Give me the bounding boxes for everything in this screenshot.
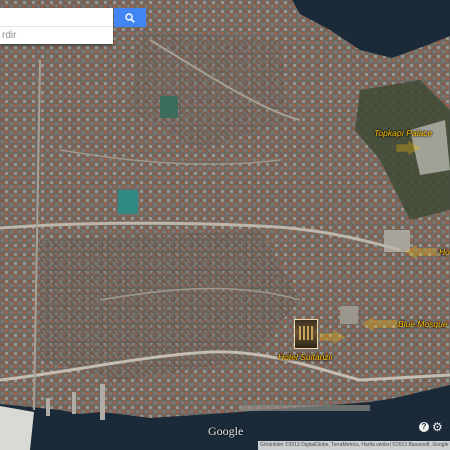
gear-icon[interactable]: ⚙ — [432, 421, 443, 433]
hotel-photo-marker[interactable] — [294, 319, 318, 349]
search-field-divider — [0, 26, 113, 27]
arrow-icon-hotel — [319, 330, 345, 344]
search-input[interactable] — [2, 29, 106, 42]
arrow-icon-topkapi — [396, 141, 420, 155]
google-logo: Google — [208, 424, 244, 438]
label-topkapi-palace: Topkapı Palace — [374, 128, 433, 138]
arrow-icon-hagia-sophia — [405, 245, 437, 259]
label-hagia-sophia: Ho — [439, 247, 450, 257]
label-blue-mosque: Blue Mosque — [398, 319, 448, 329]
map-attribution[interactable]: Görüntüler ©2013 DigitalGlobe, TerraMetr… — [258, 441, 450, 450]
label-hotel: Hotel Sultanzir — [278, 352, 334, 362]
search-button[interactable] — [114, 8, 146, 27]
map-view[interactable]: Topkapı Palace Ho Blue Mosque Hotel Sult… — [0, 0, 450, 450]
help-icon[interactable]: ? — [419, 422, 429, 432]
satellite-imagery[interactable] — [0, 0, 450, 450]
arrow-icon-blue-mosque — [362, 317, 398, 331]
search-field — [0, 8, 113, 44]
search-icon — [125, 12, 135, 23]
search-box — [0, 8, 146, 44]
